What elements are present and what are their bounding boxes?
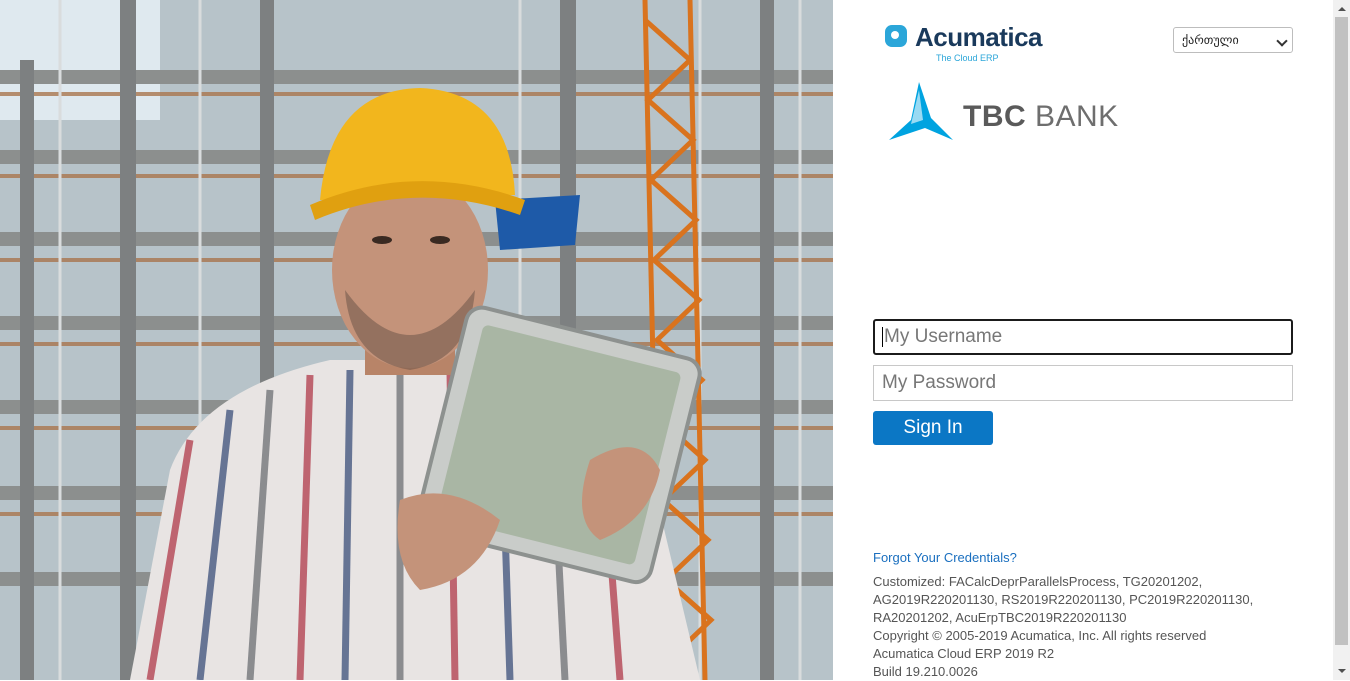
scroll-down-icon[interactable] bbox=[1333, 663, 1350, 680]
login-panel: Acumatica The Cloud ERP ქართული TBC BANK… bbox=[833, 0, 1333, 680]
acumatica-tagline: The Cloud ERP bbox=[936, 53, 999, 63]
customized-line-1: Customized: FACalcDeprParallelsProcess, … bbox=[873, 574, 1203, 589]
page-scrollbar[interactable] bbox=[1333, 0, 1350, 680]
scroll-up-icon[interactable] bbox=[1333, 0, 1350, 17]
language-selected-value: ქართული bbox=[1182, 33, 1239, 47]
acumatica-logo: Acumatica The Cloud ERP bbox=[885, 22, 1045, 68]
username-placeholder: My Username bbox=[884, 326, 1003, 347]
product-version: Acumatica Cloud ERP 2019 R2 bbox=[873, 646, 1055, 661]
password-placeholder: My Password bbox=[882, 372, 997, 393]
password-input[interactable]: My Password bbox=[873, 365, 1293, 401]
copyright-text: Copyright © 2005-2019 Acumatica, Inc. Al… bbox=[873, 628, 1207, 643]
tbc-bank-logo-text: TBC BANK bbox=[963, 100, 1119, 133]
tbc-bank-logo-icon bbox=[889, 82, 953, 140]
customized-line-2: AG2019R220201130, RS2019R220201130, PC20… bbox=[873, 592, 1254, 607]
version-info: Customized: FACalcDeprParallelsProcess, … bbox=[873, 573, 1283, 681]
language-select[interactable]: ქართული bbox=[1173, 27, 1293, 53]
sign-in-button[interactable]: Sign In bbox=[873, 411, 993, 445]
build-number: Build 19.210.0026 bbox=[873, 664, 978, 679]
text-cursor bbox=[882, 326, 883, 347]
customized-line-3: RA20201202, AcuErpTBC2019R220201130 bbox=[873, 610, 1127, 625]
hero-photo bbox=[0, 0, 833, 680]
acumatica-logo-name: Acumatica bbox=[915, 22, 1043, 52]
forgot-credentials-link[interactable]: Forgot Your Credentials? bbox=[873, 550, 1017, 565]
scrollbar-thumb[interactable] bbox=[1335, 17, 1348, 645]
chevron-down-icon bbox=[1276, 35, 1288, 47]
tbc-bank-logo: TBC BANK bbox=[885, 80, 1125, 146]
username-input[interactable]: My Username bbox=[873, 319, 1293, 355]
acumatica-logo-icon bbox=[885, 25, 907, 47]
